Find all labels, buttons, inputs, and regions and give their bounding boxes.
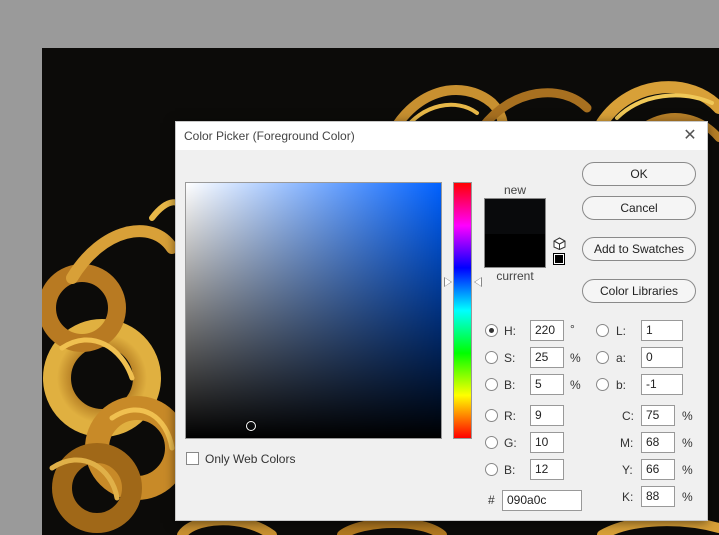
out-of-gamut-cube-icon[interactable] (553, 237, 566, 250)
saturation-input[interactable]: 25 (530, 347, 564, 368)
red-label: R: (504, 409, 516, 423)
black-input[interactable]: 88 (641, 486, 675, 507)
web-safe-swatch-icon[interactable] (553, 253, 565, 265)
green-label: G: (504, 436, 517, 450)
black-unit: % (682, 490, 693, 504)
lab-b-radio[interactable] (596, 378, 609, 391)
green-input[interactable]: 10 (530, 432, 564, 453)
color-picker-dialog: Color Picker (Foreground Color) ✕ new cu… (175, 121, 708, 521)
lab-l-label: L: (616, 324, 627, 338)
yellow-label: Y: (622, 463, 633, 477)
hue-slider-left-arrow-icon[interactable] (444, 277, 452, 287)
lab-b-label: b: (616, 378, 627, 392)
cyan-input[interactable]: 75 (641, 405, 675, 426)
red-radio[interactable] (485, 409, 498, 422)
blue-radio[interactable] (485, 463, 498, 476)
lab-a-input[interactable]: 0 (641, 347, 683, 368)
add-to-swatches-button[interactable]: Add to Swatches (582, 237, 696, 261)
lab-b-input[interactable]: -1 (641, 374, 683, 395)
lab-a-radio[interactable] (596, 351, 609, 364)
yellow-input[interactable]: 66 (641, 459, 675, 480)
blue-input[interactable]: 12 (530, 459, 564, 480)
magenta-input[interactable]: 68 (641, 432, 675, 453)
ok-button[interactable]: OK (582, 162, 696, 186)
cyan-label: C: (622, 409, 634, 423)
new-color-label: new (503, 183, 526, 197)
cancel-button[interactable]: Cancel (582, 196, 696, 220)
color-swatch-preview (484, 198, 546, 268)
hue-slider[interactable] (453, 182, 472, 439)
hue-label: H: (504, 324, 516, 338)
hue-radio[interactable] (485, 324, 498, 337)
yellow-unit: % (682, 463, 693, 477)
blue-label: B: (504, 463, 516, 477)
cyan-unit: % (682, 409, 693, 423)
red-input[interactable]: 9 (530, 405, 564, 426)
hue-input[interactable]: 220 (530, 320, 564, 341)
only-web-colors-label[interactable]: Only Web Colors (205, 452, 295, 466)
green-radio[interactable] (485, 436, 498, 449)
new-color-swatch (485, 199, 545, 234)
close-icon[interactable]: ✕ (680, 126, 700, 146)
only-web-colors-checkbox[interactable] (186, 452, 199, 465)
saturation-label: S: (504, 351, 516, 365)
color-libraries-button[interactable]: Color Libraries (582, 279, 696, 303)
brightness-input[interactable]: 5 (530, 374, 564, 395)
lab-a-label: a: (616, 351, 627, 365)
lab-l-input[interactable]: 1 (641, 320, 683, 341)
brightness-label: B: (504, 378, 516, 392)
magenta-unit: % (682, 436, 693, 450)
color-field[interactable] (185, 182, 442, 439)
hue-slider-right-arrow-icon[interactable] (474, 277, 482, 287)
current-color-label: current (496, 269, 534, 283)
saturation-radio[interactable] (485, 351, 498, 364)
current-color-swatch[interactable] (485, 234, 545, 267)
hex-input[interactable]: 090a0c (502, 490, 582, 511)
color-field-marker[interactable] (246, 421, 256, 431)
magenta-label: M: (620, 436, 634, 450)
dialog-title: Color Picker (Foreground Color) (184, 129, 355, 143)
hex-label: # (488, 493, 495, 507)
brightness-radio[interactable] (485, 378, 498, 391)
black-label: K: (622, 490, 634, 504)
lab-l-radio[interactable] (596, 324, 609, 337)
brightness-unit: % (570, 378, 581, 392)
saturation-unit: % (570, 351, 581, 365)
dialog-titlebar[interactable]: Color Picker (Foreground Color) ✕ (176, 122, 707, 150)
hue-unit: ° (570, 322, 575, 336)
